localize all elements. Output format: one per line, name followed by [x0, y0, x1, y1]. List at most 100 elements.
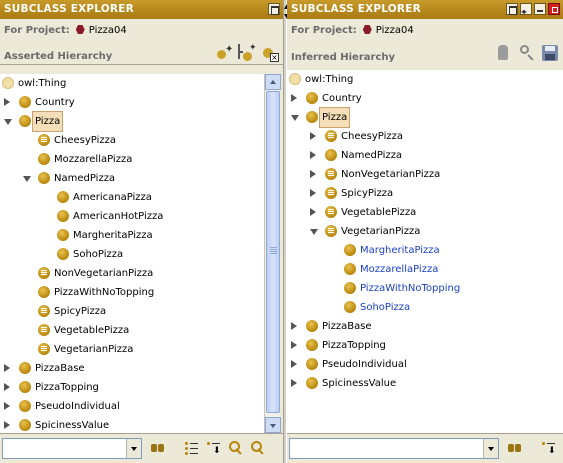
tree-row[interactable]: PizzaWithNoTopping: [0, 283, 264, 302]
class-icon: [344, 301, 356, 313]
class-search-combo[interactable]: [2, 438, 142, 459]
tree-row[interactable]: VegetarianPizza: [0, 340, 264, 359]
asserted-class-tree[interactable]: owl:Thing Country Pizza CheesyPizza Mozzarel…: [0, 74, 264, 433]
class-icon: [19, 362, 31, 374]
collapsed-arrow-icon[interactable]: [291, 379, 297, 387]
tree-row-label: NonVegetarianPizza: [341, 169, 441, 180]
split-view-button[interactable]: [520, 2, 532, 21]
find-binoculars-icon[interactable]: [150, 440, 166, 456]
tree-row[interactable]: CheesyPizza: [287, 127, 563, 146]
tree-row[interactable]: owl:Thing: [287, 70, 563, 89]
class-icon: [57, 191, 69, 203]
tree-row[interactable]: Country: [287, 89, 563, 108]
scroll-down-button[interactable]: [265, 417, 281, 433]
tree-row[interactable]: SohoPizza: [0, 245, 264, 264]
tree-row-label: SpicyPizza: [54, 306, 107, 317]
tree-row[interactable]: owl:Thing: [0, 74, 264, 93]
tree-row[interactable]: VegetablePizza: [0, 321, 264, 340]
collapsed-arrow-icon[interactable]: [310, 151, 316, 159]
key-search-icon[interactable]: [228, 440, 244, 456]
create-subclass-icon[interactable]: ✦: [215, 44, 233, 62]
tree-row[interactable]: PizzaBase: [287, 317, 563, 336]
maximize-button[interactable]: [506, 3, 518, 15]
find-inferred-icon[interactable]: [518, 44, 536, 62]
class-icon: [19, 381, 31, 393]
collapsed-arrow-icon[interactable]: [4, 98, 10, 106]
tree-row[interactable]: Pizza: [0, 111, 264, 132]
project-label: For Project:: [4, 25, 70, 36]
class-search-input[interactable]: [3, 439, 125, 458]
tree-row[interactable]: SpicinessValue: [287, 374, 563, 393]
expanded-arrow-icon[interactable]: [310, 229, 318, 235]
collapsed-arrow-icon[interactable]: [4, 383, 10, 391]
collapse-subtree-icon[interactable]: ⬇: [541, 440, 557, 456]
hierarchy-header: Inferred Hierarchy: [287, 43, 563, 65]
tree-row[interactable]: PizzaTopping: [0, 378, 264, 397]
class-search-input[interactable]: [290, 439, 482, 458]
tree-row[interactable]: SpicyPizza: [0, 302, 264, 321]
tree-row[interactable]: AmericanaPizza: [0, 188, 264, 207]
tree-row[interactable]: Pizza: [287, 107, 563, 128]
expanded-arrow-icon[interactable]: [291, 115, 299, 121]
reasoner-icon[interactable]: [495, 44, 513, 62]
collapse-subtree-icon[interactable]: ⬇: [206, 440, 222, 456]
collapsed-arrow-icon[interactable]: [291, 341, 297, 349]
tree-row[interactable]: PizzaWithNoTopping: [287, 279, 563, 298]
find-binoculars-icon[interactable]: [507, 440, 523, 456]
tree-row[interactable]: PizzaTopping: [287, 336, 563, 355]
tree-row-label: VegetablePizza: [54, 325, 130, 336]
tree-row[interactable]: PseudoIndividual: [287, 355, 563, 374]
scroll-up-button[interactable]: [265, 74, 281, 90]
class-search-combo[interactable]: [289, 438, 499, 459]
collapsed-arrow-icon[interactable]: [310, 208, 316, 216]
close-button[interactable]: [548, 3, 560, 15]
collapsed-arrow-icon[interactable]: [4, 402, 10, 410]
collapsed-arrow-icon[interactable]: [291, 94, 297, 102]
maximize-button[interactable]: [268, 3, 280, 15]
collapsed-arrow-icon[interactable]: [4, 421, 10, 429]
minimize-button[interactable]: [534, 3, 546, 15]
collapsed-arrow-icon[interactable]: [291, 322, 297, 330]
tree-row[interactable]: VegetarianPizza: [287, 222, 563, 241]
tree-row[interactable]: SpicyPizza: [287, 184, 563, 203]
create-sibling-class-icon[interactable]: ✦: [238, 43, 257, 62]
key-search-options-icon[interactable]: [250, 440, 266, 456]
tree-row[interactable]: MozzarellaPizza: [287, 260, 563, 279]
tree-row[interactable]: MargheritaPizza: [287, 241, 563, 260]
chevron-down-icon[interactable]: [483, 439, 498, 458]
tree-row[interactable]: AmericanHotPizza: [0, 207, 264, 226]
collapsed-arrow-icon[interactable]: [310, 170, 316, 178]
tree-row[interactable]: NonVegetarianPizza: [287, 165, 563, 184]
expand-subtree-icon[interactable]: [184, 440, 200, 456]
tree-row-label: VegetablePizza: [341, 207, 417, 218]
collapsed-arrow-icon[interactable]: [310, 189, 316, 197]
tree-row[interactable]: SohoPizza: [287, 298, 563, 317]
defined-class-icon: [38, 134, 50, 146]
tree-row[interactable]: NonVegetarianPizza: [0, 264, 264, 283]
tree-scrollbar[interactable]: [264, 74, 281, 433]
expanded-arrow-icon[interactable]: [4, 119, 12, 125]
tree-row[interactable]: NamedPizza: [0, 169, 264, 188]
collapsed-arrow-icon[interactable]: [310, 132, 316, 140]
scroll-thumb[interactable]: [266, 91, 280, 413]
chevron-down-icon[interactable]: [126, 439, 141, 458]
collapsed-arrow-icon[interactable]: [291, 360, 297, 368]
inferred-class-tree[interactable]: owl:Thing Country Pizza CheesyPizza NamedPiz…: [287, 70, 563, 433]
tree-row-label: Pizza: [31, 111, 64, 132]
save-icon[interactable]: [541, 44, 559, 62]
tree-row[interactable]: NamedPizza: [287, 146, 563, 165]
tree-row-label: Pizza: [318, 107, 351, 128]
tree-row[interactable]: VegetablePizza: [287, 203, 563, 222]
tree-row[interactable]: MozzarellaPizza: [0, 150, 264, 169]
tree-row[interactable]: SpicinessValue: [0, 416, 264, 433]
tree-row[interactable]: PizzaBase: [0, 359, 264, 378]
expanded-arrow-icon[interactable]: [23, 176, 31, 182]
collapsed-arrow-icon[interactable]: [4, 364, 10, 372]
tree-row[interactable]: PseudoIndividual: [0, 397, 264, 416]
delete-class-icon[interactable]: ×: [261, 44, 279, 62]
tree-row[interactable]: CheesyPizza: [0, 131, 264, 150]
panel-title-bar: SUBCLASS EXPLORER: [287, 0, 563, 21]
tree-row[interactable]: Country: [0, 93, 264, 112]
project-name: Pizza04: [88, 25, 127, 36]
tree-row[interactable]: MargheritaPizza: [0, 226, 264, 245]
